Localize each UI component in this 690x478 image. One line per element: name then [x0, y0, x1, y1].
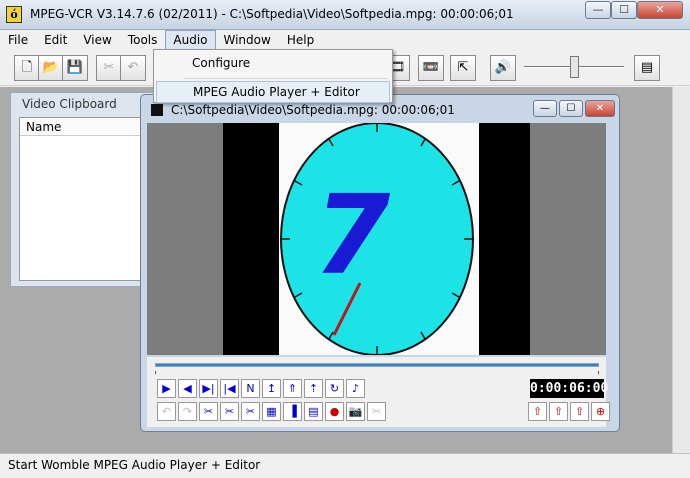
- menu-item-configure[interactable]: Configure: [156, 52, 390, 74]
- app-icon: ó: [6, 6, 22, 23]
- player-controls: ▶ ◀ ▶| |◀ N ↥ ⇑ ⇡ ↻ ♪ ↶ ↷ ✂ ✂ ✂ ▦ ▐ ▤ ● …: [147, 357, 610, 427]
- status-text: Start Womble MPEG Audio Player + Editor: [8, 458, 261, 472]
- menu-item-mpeg-audio-player[interactable]: MPEG Audio Player + Editor: [156, 81, 390, 103]
- cut-out-icon[interactable]: ✂: [241, 402, 260, 421]
- menu-separator: [184, 78, 388, 79]
- menu-file[interactable]: File: [0, 30, 36, 50]
- video-clipboard-window: Video Clipboard Name: [10, 92, 160, 287]
- audio-menu-dropdown: Configure MPEG Audio Player + Editor: [153, 49, 393, 103]
- cut-icon[interactable]: ✂: [96, 55, 122, 81]
- title-bar: ó MPEG-VCR V3.14.7.6 (02/2011) - C:\Soft…: [0, 0, 690, 30]
- menu-tools[interactable]: Tools: [120, 30, 166, 50]
- player-title: C:\Softpedia\Video\Softpedia.mpg: 00:00:…: [171, 103, 455, 117]
- mark-out-icon[interactable]: ⇑: [283, 379, 302, 398]
- open-folder-icon[interactable]: 📂: [38, 55, 64, 81]
- save-icon[interactable]: 💾: [62, 55, 88, 81]
- filmstrip-icon[interactable]: ▐: [283, 402, 302, 421]
- ruler: [155, 371, 599, 374]
- vertical-scrollbar[interactable]: [672, 87, 690, 453]
- undo-icon[interactable]: ↶: [120, 55, 146, 81]
- start-icon[interactable]: |◀: [220, 379, 239, 398]
- copy-icon[interactable]: ▤: [304, 402, 323, 421]
- clipboard-title: Video Clipboard: [22, 97, 117, 111]
- speaker-icon[interactable]: 🔊: [490, 55, 516, 81]
- window-title: MPEG-VCR V3.14.7.6 (02/2011) - C:\Softpe…: [30, 7, 514, 21]
- stack-icon[interactable]: ●: [325, 402, 344, 421]
- end-icon[interactable]: ▶|: [199, 379, 218, 398]
- menu-audio[interactable]: Audio: [165, 30, 216, 50]
- record-tool-icon[interactable]: 📼: [418, 55, 444, 81]
- mark-in-icon[interactable]: ↥: [262, 379, 281, 398]
- maximize-button[interactable]: ☐: [611, 1, 637, 19]
- position-track[interactable]: [155, 363, 599, 367]
- loop-icon[interactable]: ↻: [325, 379, 344, 398]
- new-file-icon[interactable]: 🗋: [14, 55, 40, 81]
- redo-clip-icon[interactable]: ↷: [178, 402, 197, 421]
- clipboard-list[interactable]: Name: [19, 117, 155, 281]
- mark-b-icon[interactable]: ⇧: [549, 402, 568, 421]
- volume-slider-thumb[interactable]: [570, 56, 579, 78]
- menu-help[interactable]: Help: [279, 30, 322, 50]
- status-bar: Start Womble MPEG Audio Player + Editor: [0, 453, 690, 478]
- menu-bar: File Edit View Tools Audio Window Help: [0, 30, 690, 50]
- close-button[interactable]: ✕: [637, 1, 683, 19]
- player-minimize-button[interactable]: —: [533, 100, 557, 117]
- scissors-icon[interactable]: ✂: [367, 402, 386, 421]
- next-frame-icon[interactable]: N: [241, 379, 260, 398]
- export-tool-icon[interactable]: ⇱: [450, 55, 476, 81]
- mixer-icon[interactable]: ▤: [634, 55, 660, 81]
- menu-view[interactable]: View: [75, 30, 119, 50]
- video-frame-image: 7: [147, 122, 606, 356]
- player-maximize-button[interactable]: ☐: [559, 100, 583, 117]
- goto-mark-icon[interactable]: ⇡: [304, 379, 323, 398]
- mark-c-icon[interactable]: ⇧: [570, 402, 589, 421]
- undo-clip-icon[interactable]: ↶: [157, 402, 176, 421]
- mark-a-icon[interactable]: ⇧: [528, 402, 547, 421]
- film-icon: [151, 104, 163, 116]
- grid-icon[interactable]: ▦: [262, 402, 281, 421]
- reverse-icon[interactable]: ◀: [178, 379, 197, 398]
- cut-clip-icon[interactable]: ✂: [199, 402, 218, 421]
- audio-icon[interactable]: ♪: [346, 379, 365, 398]
- frame-digit: 7: [314, 171, 391, 299]
- camera-icon[interactable]: 📷: [346, 402, 365, 421]
- play-icon[interactable]: ▶: [157, 379, 176, 398]
- column-header-name[interactable]: Name: [20, 118, 154, 136]
- video-frame: 7: [147, 122, 606, 356]
- player-window: C:\Softpedia\Video\Softpedia.mpg: 00:00:…: [140, 94, 620, 432]
- player-close-button[interactable]: ✕: [585, 100, 615, 117]
- mark-add-icon[interactable]: ⊕: [591, 402, 610, 421]
- minimize-button[interactable]: —: [585, 1, 611, 19]
- timecode-display: 0:00:06:00: [530, 379, 609, 398]
- menu-window[interactable]: Window: [216, 30, 279, 50]
- cut-in-icon[interactable]: ✂: [220, 402, 239, 421]
- menu-edit[interactable]: Edit: [36, 30, 75, 50]
